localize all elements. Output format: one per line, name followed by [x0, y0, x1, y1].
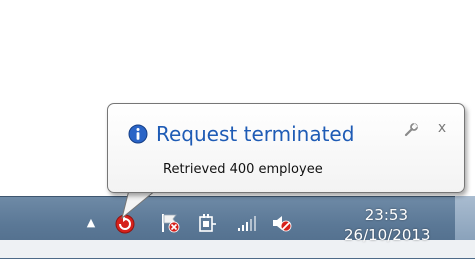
action-center-flag-icon[interactable] — [159, 212, 181, 234]
clock-date: 26/10/2013 — [344, 226, 431, 244]
notification-balloon[interactable]: Request terminated Retrieved 400 employe… — [107, 103, 465, 193]
show-hidden-icons-button[interactable]: ▲ — [84, 216, 98, 230]
app-error-icon[interactable] — [114, 212, 136, 234]
close-icon: x — [437, 120, 447, 136]
network-signal-icon[interactable] — [235, 212, 257, 234]
close-button[interactable]: x — [433, 119, 451, 137]
volume-muted-icon[interactable] — [270, 212, 292, 234]
clock-time: 23:53 — [364, 206, 408, 224]
chevron-up-icon: ▲ — [86, 216, 96, 229]
notification-message: Retrieved 400 employee — [163, 162, 323, 177]
system-clock[interactable]: 23:53 26/10/2013 — [344, 206, 431, 246]
notification-title: Request terminated — [156, 122, 355, 146]
wrench-icon[interactable] — [403, 122, 419, 138]
info-icon — [128, 124, 148, 144]
power-plug-icon[interactable] — [196, 212, 218, 234]
show-desktop-button[interactable] — [455, 196, 475, 240]
